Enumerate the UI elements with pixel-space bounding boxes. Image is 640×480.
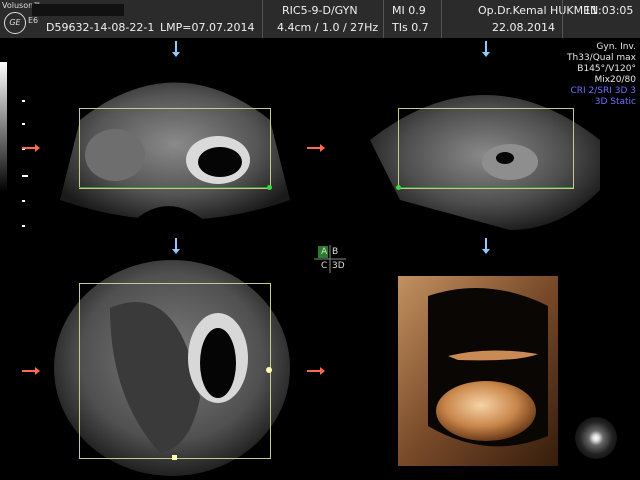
tis-label: TIs 0.7 [392,21,429,34]
roi-frame-a[interactable] [79,108,271,189]
plane-line-a [79,187,270,188]
time-label: 11:03:05 [584,4,634,17]
blue-arrow-icon [482,41,490,57]
quad-label-c[interactable]: C [321,261,327,271]
probe-label: RIC5-9-D/GYN [282,4,358,17]
light-source-icon[interactable] [575,417,617,459]
frame-handle-bottom[interactable] [172,455,177,460]
red-arrow-icon [307,367,325,375]
frame-handle-right[interactable] [266,367,272,373]
depth-tick [22,225,25,227]
plane-handle-a[interactable] [267,185,272,190]
red-arrow-icon [307,144,325,152]
depth-tick [22,100,25,102]
depth-tick [22,123,25,125]
mi-label: MI 0.9 [392,4,426,17]
patient-id: D59632-14-08-22-1 [46,21,155,34]
blue-arrow-icon [482,238,490,254]
quad-label-b[interactable]: B [332,247,338,257]
quad-label-3d[interactable]: 3D [332,261,345,271]
blue-arrow-icon [172,41,180,57]
quad-label-a[interactable]: A [321,247,327,257]
blue-arrow-icon [172,238,180,254]
roi-frame-c[interactable] [79,283,271,459]
patient-name-redacted [32,4,124,16]
depth-info: 4.4cm / 1.0 / 27Hz [277,21,379,34]
date-label: 22.08.2014 [492,21,555,34]
model-label: E6 [28,16,39,25]
operator-label: Op.Dr.Kemal HUKMEN [478,4,599,17]
render-3d-view[interactable] [398,276,558,466]
grayscale-bar [0,62,7,192]
depth-tick [22,200,25,202]
lmp-label: LMP=07.07.2014 [160,21,255,34]
depth-tick [22,175,28,177]
red-arrow-icon [22,144,40,152]
plane-handle-b[interactable] [396,185,401,190]
ge-logo-icon: GE [4,12,26,34]
plane-line-b [398,187,573,188]
header-bar: Voluson™ GE E6 D59632-14-08-22-1 LMP=07.… [0,0,640,38]
red-arrow-icon [22,367,40,375]
roi-frame-b[interactable] [398,108,574,189]
